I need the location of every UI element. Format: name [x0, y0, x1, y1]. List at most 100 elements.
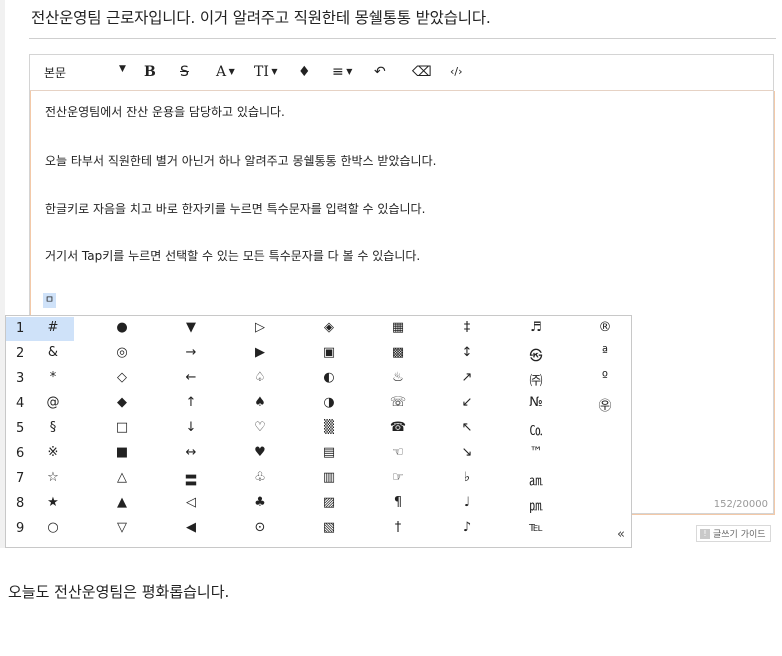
symbol-cell[interactable]: ◇ — [107, 370, 137, 385]
symbol-cell[interactable]: ▽ — [107, 520, 137, 535]
chevron-down-icon: ▼ — [226, 67, 235, 76]
symbol-cell[interactable]: ▧ — [314, 520, 344, 535]
symbol-cell[interactable]: ♧ — [245, 470, 275, 485]
symbol-cell[interactable]: ㉿ — [521, 345, 551, 364]
symbol-cell[interactable]: ▷ — [245, 320, 275, 335]
symbol-cell[interactable]: ▒ — [314, 420, 344, 435]
paragraph-format-select[interactable]: 본문 ▼ — [44, 64, 130, 81]
symbol-cell[interactable]: ♩ — [452, 495, 482, 510]
symbol-cell[interactable]: ® — [590, 320, 620, 335]
symbol-cell[interactable]: @ — [38, 395, 68, 410]
symbol-cell[interactable]: ↗ — [452, 370, 482, 385]
symbol-cell[interactable]: ▩ — [383, 345, 413, 360]
symbol-cell[interactable]: † — [383, 520, 413, 535]
symbol-cell[interactable]: № — [521, 395, 551, 410]
symbol-cell[interactable]: ‡ — [452, 320, 482, 335]
candidate-row: 8 ★ ▲ ◁ ♣ ▨ ¶ ♩ ㏘ — [6, 491, 631, 516]
symbol-cell[interactable]: → — [176, 345, 206, 360]
symbol-cell[interactable]: & — [38, 345, 68, 360]
symbol-cell[interactable]: ⊙ — [245, 520, 275, 535]
symbol-cell[interactable]: ☞ — [383, 470, 413, 485]
symbol-cell[interactable]: ▶ — [245, 345, 275, 360]
chevron-down-icon: ▼ — [119, 64, 126, 74]
candidate-row: 1 # ● ▼ ▷ ◈ ▦ ‡ ♬ ® — [6, 316, 631, 341]
symbol-cell[interactable]: ¶ — [383, 495, 413, 510]
symbol-cell[interactable]: ♪ — [452, 520, 482, 535]
symbol-cell[interactable]: # — [38, 320, 68, 335]
writing-guide-label: 글쓰기 가이드 — [713, 530, 766, 540]
symbol-cell[interactable]: ▣ — [314, 345, 344, 360]
symbol-cell[interactable]: ㉾ — [590, 395, 620, 414]
symbol-cell[interactable]: ◐ — [314, 370, 344, 385]
symbol-cell[interactable]: ◁ — [176, 495, 206, 510]
symbol-cell[interactable]: ▲ — [107, 495, 137, 510]
symbol-cell[interactable]: ↑ — [176, 395, 206, 410]
symbol-cell[interactable]: ♭ — [452, 470, 482, 485]
symbol-cell[interactable]: ■ — [107, 445, 137, 460]
symbol-cell[interactable]: § — [38, 420, 68, 435]
symbol-cell[interactable]: ◆ — [107, 395, 137, 410]
symbol-cell[interactable]: ▤ — [314, 445, 344, 460]
symbol-cell[interactable]: ☜ — [383, 445, 413, 460]
symbol-cell[interactable]: ☎ — [383, 420, 413, 435]
candidate-number: 7 — [16, 471, 25, 486]
highlight-color-icon[interactable]: ♦ — [298, 62, 311, 82]
symbol-cell[interactable]: ↘ — [452, 445, 482, 460]
expand-more-button[interactable]: « — [617, 527, 625, 542]
symbol-cell[interactable]: ▦ — [383, 320, 413, 335]
font-color-button[interactable]: A ▼ — [216, 62, 235, 82]
symbol-cell[interactable]: ♠ — [245, 395, 275, 410]
symbol-cell[interactable]: ☏ — [383, 395, 413, 410]
symbol-cell[interactable]: ♨ — [383, 370, 413, 385]
symbol-cell[interactable]: ♣ — [245, 495, 275, 510]
symbol-cell[interactable]: △ — [107, 470, 137, 485]
candidate-row: 6 ※ ■ ↔ ♥ ▤ ☜ ↘ ™ — [6, 441, 631, 466]
bold-button[interactable]: B — [144, 62, 156, 82]
symbol-cell[interactable]: ↓ — [176, 420, 206, 435]
symbol-cell[interactable]: º — [590, 370, 620, 385]
symbol-cell[interactable]: ▨ — [314, 495, 344, 510]
strikethrough-button[interactable]: S — [180, 62, 189, 82]
closing-text: 오늘도 전산운영팀은 평화롭습니다. — [8, 583, 230, 601]
writing-guide-button[interactable]: ! 글쓰기 가이드 — [696, 525, 771, 542]
font-size-label: TI — [254, 64, 269, 80]
symbol-cell[interactable]: 〓 — [176, 470, 206, 489]
symbol-cell[interactable]: ♤ — [245, 370, 275, 385]
symbol-cell[interactable]: ★ — [38, 495, 68, 510]
symbol-cell[interactable]: ◈ — [314, 320, 344, 335]
symbol-cell[interactable]: □ — [107, 420, 137, 435]
undo-icon[interactable]: ↶ — [374, 62, 386, 82]
symbol-cell[interactable]: ↔ — [176, 445, 206, 460]
symbol-cell[interactable]: ◑ — [314, 395, 344, 410]
symbol-cell[interactable]: ㏘ — [521, 495, 551, 514]
candidate-row: 3 * ◇ ← ♤ ◐ ♨ ↗ ㈜ º — [6, 366, 631, 391]
symbol-cell[interactable]: ← — [176, 370, 206, 385]
symbol-cell[interactable]: ℡ — [521, 520, 551, 535]
symbol-cell[interactable]: ª — [590, 345, 620, 360]
symbol-cell[interactable]: ♡ — [245, 420, 275, 435]
symbol-cell[interactable]: ㏇ — [521, 420, 551, 439]
special-character-picker[interactable]: 1 # ● ▼ ▷ ◈ ▦ ‡ ♬ ® 2 & ◎ → ▶ ▣ ▩ ↕ ㉿ ª 3 * ◇ ← ♤ ◐ ♨ ↗ ㈜ º 4 @ ◆ ↑ ♠ ◑ ☏ ↙ № ㉾… — [5, 315, 632, 548]
symbol-cell[interactable]: ↖ — [452, 420, 482, 435]
symbol-cell[interactable]: ※ — [38, 445, 68, 460]
symbol-cell[interactable]: ㏂ — [521, 470, 551, 489]
symbol-cell[interactable]: ☆ — [38, 470, 68, 485]
symbol-cell[interactable]: ◀ — [176, 520, 206, 535]
symbol-cell[interactable]: ♥ — [245, 445, 275, 460]
symbol-cell[interactable]: ™ — [521, 445, 551, 460]
font-size-button[interactable]: TI ▼ — [254, 62, 278, 82]
align-button[interactable]: ≡ ▼ — [332, 62, 352, 82]
symbol-cell[interactable]: ▼ — [176, 320, 206, 335]
code-view-icon[interactable]: ‹/› — [450, 62, 463, 82]
symbol-cell[interactable]: ↕ — [452, 345, 482, 360]
eraser-icon[interactable]: ⌫ — [412, 62, 432, 82]
symbol-cell[interactable]: ▥ — [314, 470, 344, 485]
symbol-cell[interactable]: ◎ — [107, 345, 137, 360]
symbol-cell[interactable]: ○ — [38, 520, 68, 535]
symbol-cell[interactable]: ● — [107, 320, 137, 335]
symbol-cell[interactable]: ♬ — [521, 320, 551, 335]
chevron-down-icon: ▼ — [268, 67, 278, 76]
symbol-cell[interactable]: ↙ — [452, 395, 482, 410]
symbol-cell[interactable]: * — [38, 370, 68, 385]
symbol-cell[interactable]: ㈜ — [521, 370, 551, 389]
